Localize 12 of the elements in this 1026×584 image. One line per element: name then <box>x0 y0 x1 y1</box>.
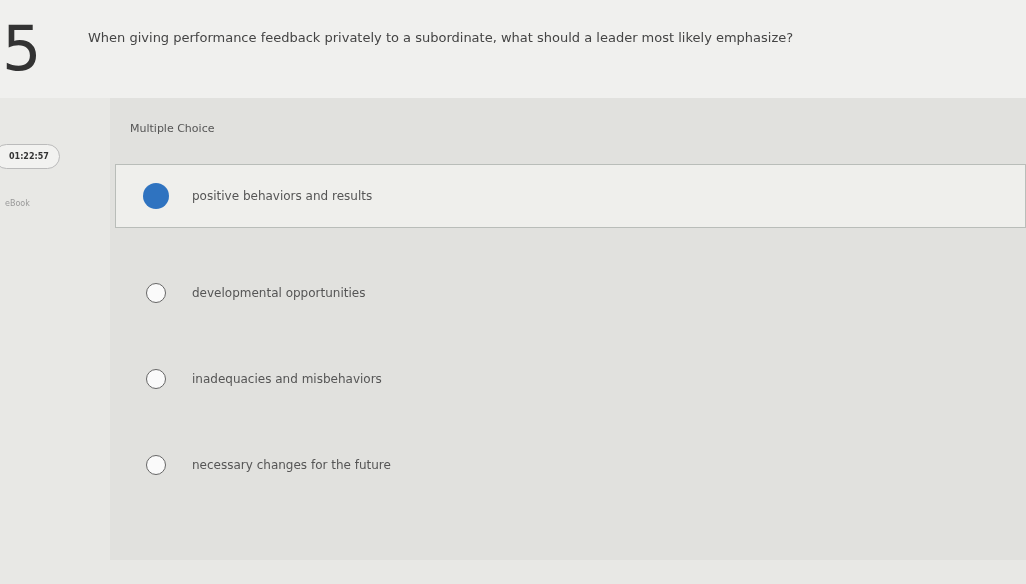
question-text: When giving performance feedback privately to a subordinate, what should a leader most likely emphasize? <box>88 29 794 45</box>
radio-button[interactable] <box>143 183 169 209</box>
radio-button[interactable] <box>146 455 166 475</box>
radio-button[interactable] <box>146 369 166 389</box>
question-type-label: Multiple Choice <box>129 121 216 137</box>
radio-button[interactable] <box>146 283 166 303</box>
answer-option[interactable]: developmental opportunities <box>115 250 1026 336</box>
question-number: 5 <box>1 11 43 80</box>
answer-option[interactable]: positive behaviors and results <box>115 164 1026 228</box>
answer-option[interactable]: necessary changes for the future <box>115 422 1026 508</box>
timer: 01:22:57 <box>0 144 60 169</box>
answer-option[interactable]: inadequacies and misbehaviors <box>115 336 1026 422</box>
